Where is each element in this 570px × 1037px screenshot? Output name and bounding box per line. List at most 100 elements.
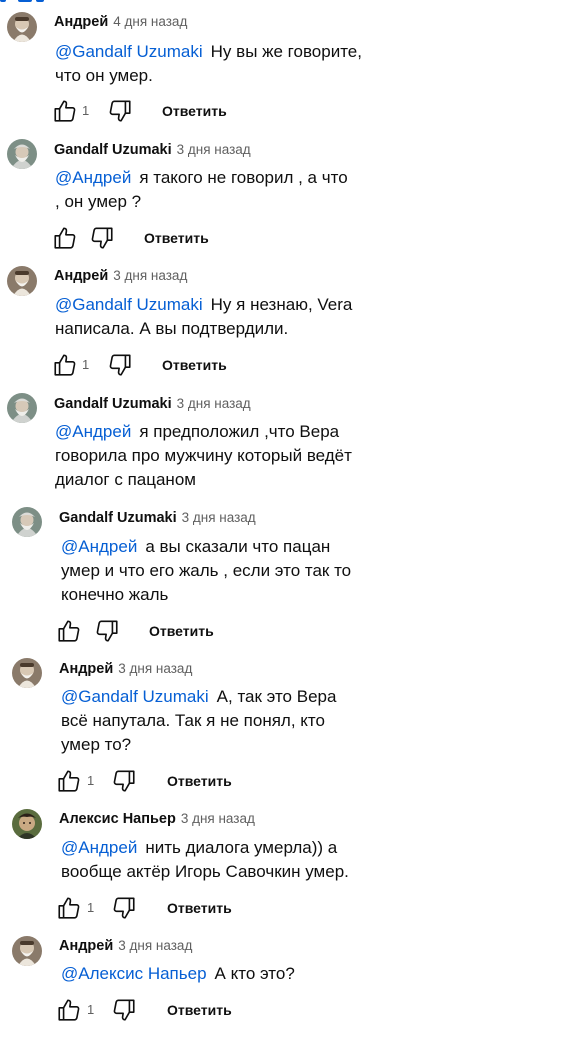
thumbs-down-icon: [91, 227, 113, 249]
mention-link[interactable]: @Алексис Напьер: [61, 964, 207, 983]
author-name[interactable]: Gandalf Uzumaki: [54, 142, 172, 158]
mention-link[interactable]: @Андрей: [55, 422, 131, 441]
comment-header: Андрей 3 дня назад: [59, 937, 192, 955]
reply-button[interactable]: Ответить: [149, 622, 214, 640]
like-button[interactable]: [56, 768, 82, 794]
dislike-button[interactable]: [94, 618, 120, 644]
dislike-button[interactable]: [111, 997, 137, 1023]
like-button[interactable]: [52, 225, 78, 251]
dislike-button[interactable]: [89, 225, 115, 251]
mention-link[interactable]: @Андрей: [61, 537, 137, 556]
comment-actions: Ответить: [56, 618, 356, 644]
avatar[interactable]: [12, 936, 42, 966]
thumbs-up-icon: [58, 620, 80, 642]
like-button[interactable]: [52, 98, 78, 124]
reply-button[interactable]: Ответить: [167, 1001, 232, 1019]
like-button[interactable]: [56, 895, 82, 921]
avatar[interactable]: [7, 139, 37, 169]
thumbs-up-icon: [54, 100, 76, 122]
comment-time[interactable]: 3 дня назад: [118, 661, 192, 676]
previous-content-edge: [0, 0, 570, 6]
author-name[interactable]: Андрей: [59, 661, 113, 677]
comment-text: @Gandalf Uzumaki А, так это Вера всё напу…: [61, 685, 361, 757]
edge-fragment: [0, 0, 6, 2]
comment-text: @Андрей я предположил ,что Вера говорила …: [55, 420, 355, 492]
like-count: 1: [87, 773, 95, 788]
mention-link[interactable]: @Gandalf Uzumaki: [55, 42, 203, 61]
reply-button[interactable]: Ответить: [167, 899, 232, 917]
author-name[interactable]: Gandalf Uzumaki: [59, 510, 177, 526]
author-name[interactable]: Алексис Напьер: [59, 811, 176, 827]
comment-time[interactable]: 3 дня назад: [118, 938, 192, 953]
edge-fragment: [18, 0, 32, 2]
avatar[interactable]: [12, 809, 42, 839]
comment-header: Gandalf Uzumaki 3 дня назад: [54, 395, 251, 413]
thumbs-up-icon: [54, 354, 76, 376]
comment-time[interactable]: 3 дня назад: [177, 142, 251, 157]
author-name[interactable]: Андрей: [59, 938, 113, 954]
avatar-alexis-icon: [12, 809, 42, 839]
like-button[interactable]: [52, 352, 78, 378]
comment-header: Алексис Напьер 3 дня назад: [59, 810, 255, 828]
thumbs-down-icon: [109, 100, 131, 122]
author-name[interactable]: Андрей: [54, 14, 108, 30]
avatar-gandalf-icon: [12, 507, 42, 537]
mention-link[interactable]: @Андрей: [61, 838, 137, 857]
comment-time[interactable]: 3 дня назад: [113, 268, 187, 283]
avatar[interactable]: [12, 507, 42, 537]
dislike-button[interactable]: [107, 352, 133, 378]
thumbs-up-icon: [54, 227, 76, 249]
comment-text: @Gandalf Uzumaki Ну вы же говорите, что о…: [55, 40, 365, 88]
author-name[interactable]: Андрей: [54, 268, 108, 284]
comment-text: @Андрей а вы сказали что пацан умер и что…: [61, 535, 361, 607]
comment-header: Gandalf Uzumaki 3 дня назад: [59, 509, 256, 527]
comment-time[interactable]: 4 дня назад: [113, 14, 187, 29]
like-count: 1: [82, 357, 90, 372]
reply-button[interactable]: Ответить: [162, 356, 227, 374]
like-count: 1: [87, 1002, 95, 1017]
comment-text: @Gandalf Uzumaki Ну я незнаю, Vera написа…: [55, 293, 355, 341]
thumbs-down-icon: [109, 354, 131, 376]
avatar[interactable]: [7, 393, 37, 423]
author-name[interactable]: Gandalf Uzumaki: [54, 396, 172, 412]
avatar-gandalf-icon: [7, 393, 37, 423]
dislike-button[interactable]: [111, 895, 137, 921]
like-count: 1: [82, 103, 90, 118]
thumbs-down-icon: [113, 770, 135, 792]
avatar-old-man-icon: [7, 266, 37, 296]
comment-actions: 1 Ответить: [52, 352, 352, 378]
thumbs-up-icon: [58, 770, 80, 792]
mention-link[interactable]: @Gandalf Uzumaki: [61, 687, 209, 706]
comment-text: @Андрей нить диалога умерла)) а вообще ак…: [61, 836, 361, 884]
reply-button[interactable]: Ответить: [167, 772, 232, 790]
comment-text: @Алексис Напьер А кто это?: [61, 962, 361, 986]
comment-time[interactable]: 3 дня назад: [182, 510, 256, 525]
comment-actions: 1 Ответить: [56, 997, 356, 1023]
comment-text: @Андрей я такого не говорил , а что , он …: [55, 166, 355, 214]
like-button[interactable]: [56, 997, 82, 1023]
comment-actions: 1 Ответить: [56, 768, 356, 794]
avatar[interactable]: [7, 12, 37, 42]
like-button[interactable]: [56, 618, 82, 644]
avatar[interactable]: [7, 266, 37, 296]
thumbs-down-icon: [113, 897, 135, 919]
comment-body: А кто это?: [214, 964, 295, 983]
avatar-old-man-icon: [12, 936, 42, 966]
comment-header: Gandalf Uzumaki 3 дня назад: [54, 141, 251, 159]
comment-time[interactable]: 3 дня назад: [181, 811, 255, 826]
thumbs-up-icon: [58, 999, 80, 1021]
avatar-gandalf-icon: [7, 139, 37, 169]
reply-button[interactable]: Ответить: [144, 229, 209, 247]
comment-time[interactable]: 3 дня назад: [177, 396, 251, 411]
reply-button[interactable]: Ответить: [162, 102, 227, 120]
dislike-button[interactable]: [107, 98, 133, 124]
comment-header: Андрей 3 дня назад: [59, 660, 192, 678]
dislike-button[interactable]: [111, 768, 137, 794]
mention-link[interactable]: @Gandalf Uzumaki: [55, 295, 203, 314]
avatar[interactable]: [12, 658, 42, 688]
comment-actions: 1 Ответить: [52, 98, 352, 124]
comment-header: Андрей 3 дня назад: [54, 267, 187, 285]
like-count: 1: [87, 900, 95, 915]
mention-link[interactable]: @Андрей: [55, 168, 131, 187]
thumbs-up-icon: [58, 897, 80, 919]
